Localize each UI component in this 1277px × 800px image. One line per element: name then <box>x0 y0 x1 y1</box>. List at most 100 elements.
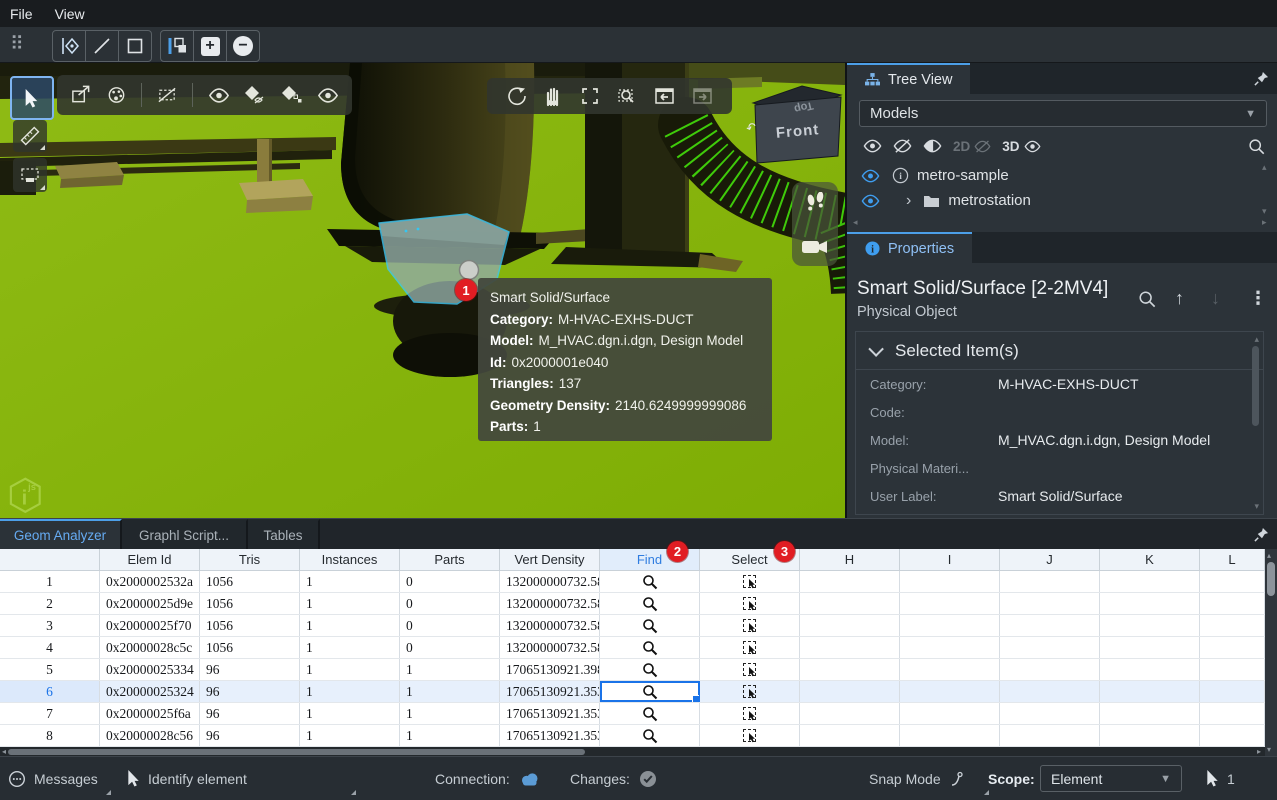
pin-icon[interactable] <box>1254 71 1269 86</box>
empty-cell[interactable] <box>1200 659 1265 680</box>
scroll-up-arrow[interactable]: ▴ <box>1267 552 1271 560</box>
scope-select[interactable]: Element ▼ <box>1040 765 1182 792</box>
tab-graphl-script[interactable]: Graphl Script... <box>122 519 248 549</box>
find-cell[interactable] <box>600 571 700 592</box>
scrollbar-thumb[interactable] <box>8 749 585 755</box>
header-l[interactable]: L <box>1200 549 1265 570</box>
clear-section-icon[interactable] <box>157 85 178 105</box>
place-rectangle-button[interactable] <box>118 30 152 62</box>
empty-cell[interactable] <box>1100 615 1200 636</box>
search-icon[interactable] <box>1248 138 1265 155</box>
place-point-button[interactable] <box>52 30 86 62</box>
vert-density-cell[interactable]: 132000000732.58 <box>500 637 600 658</box>
empty-cell[interactable] <box>800 681 900 702</box>
empty-cell[interactable] <box>900 703 1000 724</box>
tris-cell[interactable]: 1056 <box>200 593 300 614</box>
find-cell[interactable] <box>600 659 700 680</box>
toggle-2d-button[interactable]: 2D <box>953 139 991 154</box>
row-number-cell[interactable]: 3 <box>0 615 100 636</box>
pan-view-icon[interactable] <box>543 85 563 107</box>
elem-id-cell[interactable]: 0x2000002532a <box>100 571 200 592</box>
row-number-cell[interactable]: 7 <box>0 703 100 724</box>
view-redo-icon[interactable] <box>692 86 714 106</box>
empty-cell[interactable] <box>1200 637 1265 658</box>
instances-cell[interactable]: 1 <box>300 571 400 592</box>
empty-cell[interactable] <box>1000 571 1100 592</box>
parts-cell[interactable]: 1 <box>400 725 500 746</box>
vert-density-cell[interactable]: 17065130921.353 <box>500 703 600 724</box>
rotate-view-icon[interactable] <box>505 85 527 107</box>
empty-cell[interactable] <box>1000 593 1100 614</box>
walk-mode-icon[interactable] <box>803 192 827 218</box>
vert-density-cell[interactable]: 17065130921.398 <box>500 659 600 680</box>
header-elem-id[interactable]: Elem Id <box>100 549 200 570</box>
select-cell[interactable] <box>700 571 800 592</box>
tris-cell[interactable]: 1056 <box>200 615 300 636</box>
camera-icon[interactable] <box>800 238 830 256</box>
connection-status[interactable]: Connection: <box>435 757 540 800</box>
toggle-3d-button[interactable]: 3D <box>1002 139 1040 154</box>
empty-cell[interactable] <box>800 571 900 592</box>
visibility-eye-icon[interactable] <box>861 169 880 183</box>
instances-cell[interactable]: 1 <box>300 681 400 702</box>
empty-cell[interactable] <box>1000 615 1100 636</box>
snap-mode-button[interactable]: Snap Mode <box>869 757 981 800</box>
empty-cell[interactable] <box>1200 725 1265 746</box>
header-h[interactable]: H <box>800 549 900 570</box>
header-j[interactable]: J <box>1000 549 1100 570</box>
view-undo-icon[interactable] <box>654 86 676 106</box>
show-all-icon[interactable] <box>208 88 230 103</box>
empty-cell[interactable] <box>1200 703 1265 724</box>
next-item-arrow-icon[interactable]: ↓ <box>1211 288 1220 309</box>
parts-cell[interactable]: 1 <box>400 659 500 680</box>
empty-cell[interactable] <box>800 703 900 724</box>
empty-cell[interactable] <box>1100 593 1200 614</box>
select-cell[interactable] <box>700 637 800 658</box>
empty-cell[interactable] <box>900 659 1000 680</box>
select-cell[interactable] <box>700 703 800 724</box>
empty-cell[interactable] <box>900 571 1000 592</box>
scroll-left-arrow[interactable]: ◂ <box>853 218 858 227</box>
instances-cell[interactable]: 1 <box>300 615 400 636</box>
empty-cell[interactable] <box>1100 571 1200 592</box>
empty-cell[interactable] <box>1200 571 1265 592</box>
select-cell[interactable] <box>700 593 800 614</box>
empty-cell[interactable] <box>800 637 900 658</box>
messages-button[interactable]: Messages <box>8 757 111 800</box>
empty-cell[interactable] <box>1100 637 1200 658</box>
tab-properties[interactable]: i Properties <box>847 232 972 263</box>
parts-cell[interactable]: 0 <box>400 593 500 614</box>
empty-cell[interactable] <box>1100 703 1200 724</box>
find-cell[interactable] <box>600 615 700 636</box>
parts-cell[interactable]: 1 <box>400 681 500 702</box>
prev-item-arrow-icon[interactable]: ↑ <box>1175 288 1184 309</box>
elem-id-cell[interactable]: 0x20000025f6a <box>100 703 200 724</box>
select-cell[interactable] <box>700 725 800 746</box>
empty-cell[interactable] <box>900 725 1000 746</box>
elem-id-cell[interactable]: 0x20000025d9e <box>100 593 200 614</box>
vertical-scrollbar[interactable]: ▴ ▾ <box>1265 549 1277 757</box>
hide-all-icon[interactable] <box>893 139 912 153</box>
models-select[interactable]: Models ▼ <box>859 100 1267 127</box>
element-handle[interactable] <box>460 261 479 280</box>
elem-id-cell[interactable]: 0x20000025334 <box>100 659 200 680</box>
parts-cell[interactable]: 0 <box>400 615 500 636</box>
row-number-cell[interactable]: 2 <box>0 593 100 614</box>
empty-cell[interactable] <box>900 615 1000 636</box>
corner-header-cell[interactable] <box>0 549 100 570</box>
scroll-up-arrow[interactable]: ▴ <box>1262 163 1267 172</box>
elem-id-cell[interactable]: 0x20000028c56 <box>100 725 200 746</box>
scroll-left-arrow[interactable]: ◂ <box>2 748 6 756</box>
tris-cell[interactable]: 96 <box>200 703 300 724</box>
more-options-kebab-icon[interactable]: ⋮ <box>1249 288 1267 309</box>
scroll-up-arrow[interactable]: ▴ <box>1254 335 1259 344</box>
instances-cell[interactable]: 1 <box>300 725 400 746</box>
export-view-icon[interactable] <box>70 85 91 105</box>
find-cell-focused[interactable] <box>600 681 700 702</box>
vert-density-cell[interactable]: 17065130921.353 <box>500 725 600 746</box>
elem-id-cell[interactable]: 0x20000025324 <box>100 681 200 702</box>
isolate-selected-icon[interactable] <box>281 86 303 104</box>
swap-view-button[interactable] <box>160 30 194 62</box>
invert-visibility-icon[interactable] <box>923 139 942 153</box>
empty-cell[interactable] <box>1100 725 1200 746</box>
